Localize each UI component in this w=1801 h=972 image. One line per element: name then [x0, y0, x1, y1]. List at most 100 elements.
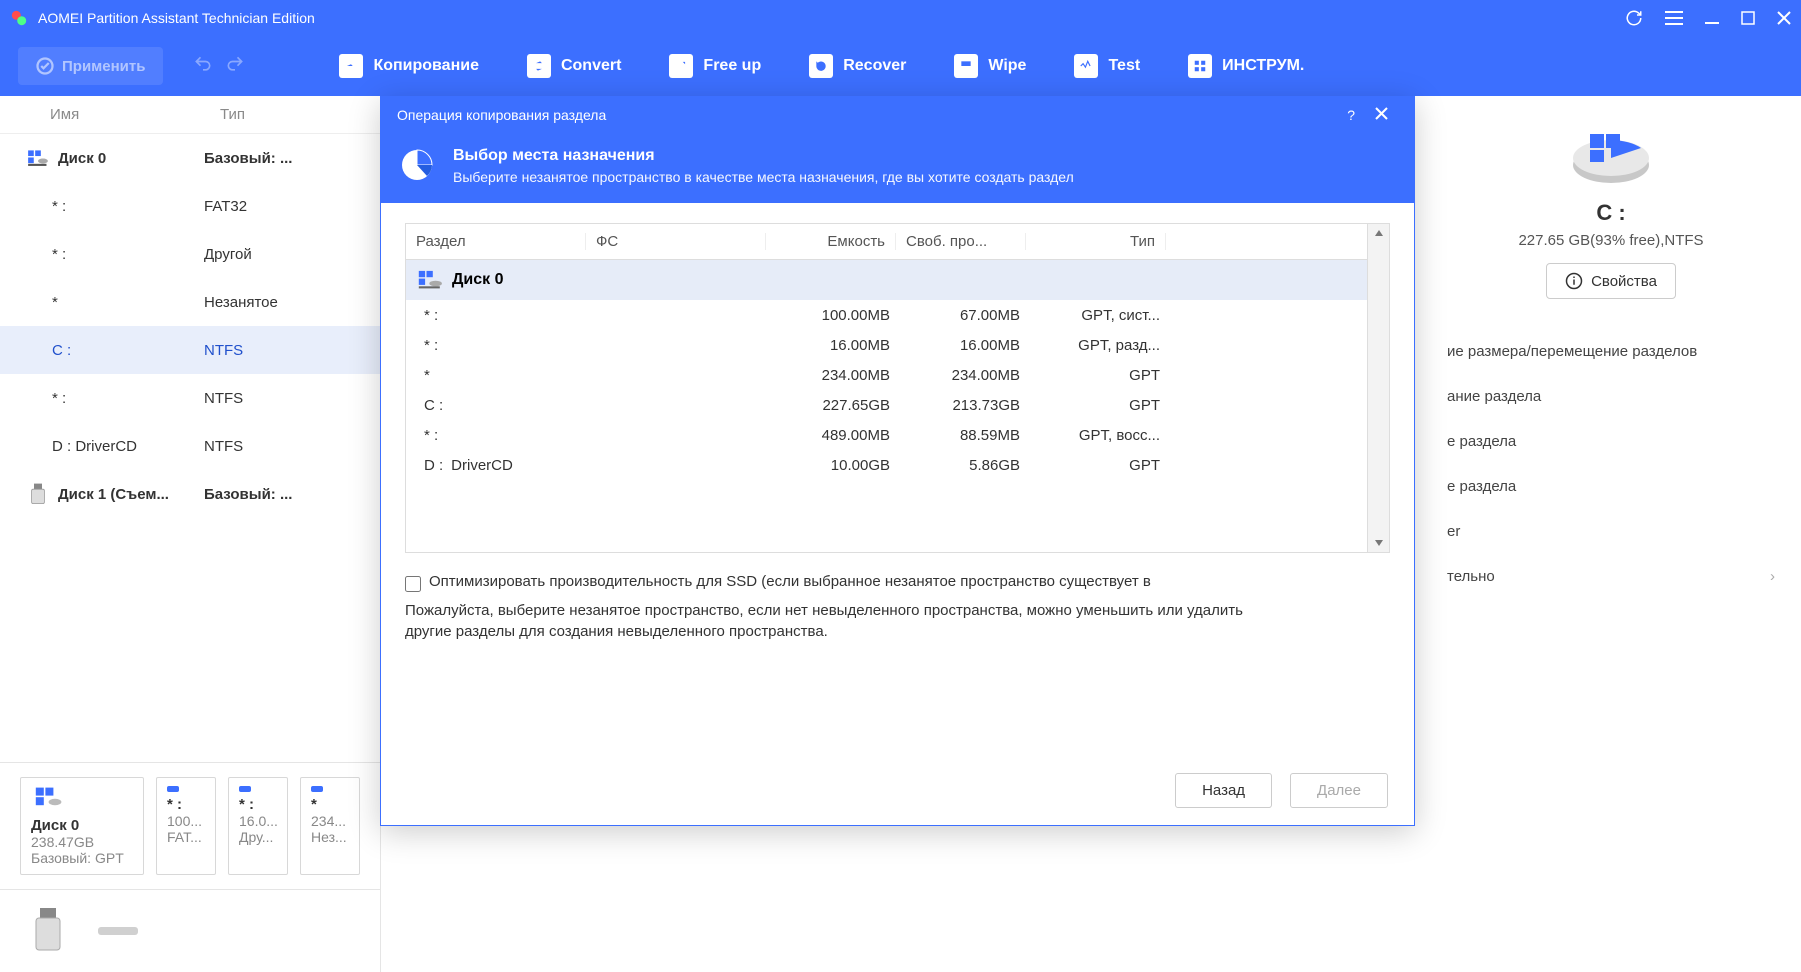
disk-row[interactable]: Диск 0Базовый: ... [0, 134, 380, 182]
redo-icon[interactable] [225, 54, 245, 79]
action-label: е раздела [1447, 433, 1516, 450]
action-item[interactable]: er [1447, 509, 1775, 554]
partition-row[interactable]: * : NTFS [0, 374, 380, 422]
disk-icon [31, 786, 63, 810]
action-label: ание раздела [1447, 388, 1541, 405]
table-row[interactable]: * : 16.00MB16.00MBGPT, разд... [406, 330, 1367, 360]
usage-bar [239, 786, 251, 792]
action-item[interactable]: ие размера/перемещение разделов [1447, 329, 1775, 374]
tool-freeup-label: Free up [703, 57, 761, 75]
minimize-icon[interactable] [1705, 11, 1719, 25]
undo-icon[interactable] [193, 54, 213, 79]
partition-row[interactable]: D : DriverCDNTFS [0, 422, 380, 470]
dialog-title: Операция копирования раздела [397, 107, 606, 123]
maximize-icon[interactable] [1741, 11, 1755, 25]
dialog-titlebar: Операция копирования раздела ? [381, 97, 1414, 133]
row-type: NTFS [204, 390, 354, 407]
partition-card[interactable]: *234...Нез... [300, 777, 360, 875]
scrollbar[interactable] [1367, 224, 1389, 552]
next-button[interactable]: Далее [1290, 773, 1388, 808]
disk-card-size: 238.47GB [31, 834, 133, 850]
disk-card-meta: Базовый: GPT [31, 850, 133, 866]
partition-row[interactable]: *Незанятое [0, 278, 380, 326]
tool-convert-label: Convert [561, 57, 621, 75]
table-row[interactable]: D : DriverCD10.00GB5.86GBGPT [406, 450, 1367, 480]
action-label: е раздела [1447, 478, 1516, 495]
tool-test[interactable]: Test [1050, 54, 1164, 78]
disk-list[interactable]: Диск 0Базовый: ...* :FAT32* :Другой*Неза… [0, 134, 380, 762]
action-item[interactable]: е раздела [1447, 419, 1775, 464]
pie-icon [399, 147, 435, 183]
cell-type: GPT [1030, 457, 1170, 474]
chevron-right-icon: › [1770, 568, 1775, 585]
tool-tools-label: ИНСТРУМ. [1222, 57, 1304, 75]
table-row[interactable]: C : 227.65GB213.73GBGPT [406, 390, 1367, 420]
app-title: AOMEI Partition Assistant Technician Edi… [38, 10, 1625, 26]
table-disk-row[interactable]: Диск 0 [406, 260, 1367, 300]
tool-wipe[interactable]: Wipe [930, 54, 1050, 78]
table-row[interactable]: * 234.00MB234.00MBGPT [406, 360, 1367, 390]
cell-free: 5.86GB [900, 457, 1030, 474]
usb-disk-icon [28, 906, 68, 956]
th-free[interactable]: Своб. про... [896, 233, 1026, 250]
partition-row[interactable]: * :Другой [0, 230, 380, 278]
cell-type: GPT [1030, 397, 1170, 414]
tool-freeup[interactable]: Free up [645, 54, 785, 78]
row-type: Незанятое [204, 294, 354, 311]
usage-bar [167, 786, 179, 792]
action-item[interactable]: тельно› [1447, 554, 1775, 599]
disk-row[interactable]: Диск 1 (Съем...Базовый: ... [0, 470, 380, 518]
action-label: er [1447, 523, 1460, 540]
row-type: NTFS [204, 342, 354, 359]
partition-row[interactable]: C : NTFS [0, 326, 380, 374]
apply-button[interactable]: Применить [18, 47, 163, 85]
drive-letter: C : [1447, 200, 1775, 226]
dialog-close-icon[interactable] [1365, 107, 1398, 123]
table-row[interactable]: * : 489.00MB88.59MBGPT, восс... [406, 420, 1367, 450]
cell-cap: 234.00MB [770, 367, 900, 384]
row-name: * : [52, 390, 66, 407]
partition-card[interactable]: * :16.0...Дру... [228, 777, 288, 875]
tool-recover[interactable]: Recover [785, 54, 930, 78]
cell-free: 234.00MB [900, 367, 1030, 384]
row-name: * : [52, 246, 66, 263]
tool-tools[interactable]: ИНСТРУМ. [1164, 54, 1328, 78]
action-label: ие размера/перемещение разделов [1447, 343, 1697, 360]
card-name: * [311, 796, 349, 813]
partition-table: Раздел ФС Емкость Своб. про... Тип Диск … [405, 223, 1390, 553]
cell-part: C : [424, 397, 443, 414]
cell-cap: 227.65GB [770, 397, 900, 414]
usage-bar [311, 786, 323, 792]
menu-icon[interactable] [1665, 11, 1683, 25]
partition-row[interactable]: * :FAT32 [0, 182, 380, 230]
th-capacity[interactable]: Емкость [766, 233, 896, 250]
row-type: FAT32 [204, 198, 354, 215]
action-item[interactable]: ание раздела [1447, 374, 1775, 419]
tool-copy-label: Копирование [373, 57, 479, 75]
partition-card[interactable]: * :100...FAT... [156, 777, 216, 875]
tool-copy[interactable]: Копирование [315, 54, 503, 78]
row-name: C : [52, 342, 71, 359]
refresh-icon[interactable] [1625, 9, 1643, 27]
table-row[interactable]: * : 100.00MB67.00MBGPT, сист... [406, 300, 1367, 330]
tool-convert[interactable]: Convert [503, 54, 645, 78]
scroll-down-icon[interactable] [1373, 538, 1385, 548]
action-item[interactable]: е раздела [1447, 464, 1775, 509]
column-header: Имя Тип [0, 96, 380, 134]
help-icon[interactable]: ? [1337, 107, 1365, 123]
back-button[interactable]: Назад [1175, 773, 1272, 808]
th-fs[interactable]: ФС [586, 233, 766, 250]
apply-label: Применить [62, 58, 145, 75]
cell-type: GPT, восс... [1030, 427, 1170, 444]
close-icon[interactable] [1777, 11, 1791, 25]
ssd-optimize-checkbox[interactable] [405, 576, 421, 592]
properties-button[interactable]: Свойства [1546, 263, 1676, 299]
th-partition[interactable]: Раздел [406, 233, 586, 250]
row-type: Базовый: ... [204, 486, 354, 503]
app-icon [10, 9, 28, 27]
cell-part: * [424, 367, 430, 384]
th-type[interactable]: Тип [1026, 233, 1166, 250]
cell-free: 88.59MB [900, 427, 1030, 444]
scroll-up-icon[interactable] [1373, 228, 1385, 238]
disk-card[interactable]: Диск 0 238.47GB Базовый: GPT [20, 777, 144, 875]
